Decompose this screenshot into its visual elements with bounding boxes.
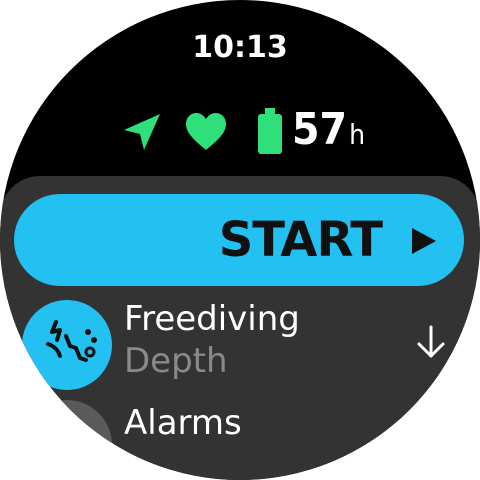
- list-item-alarms[interactable]: Alarms: [0, 398, 480, 480]
- play-icon: [412, 228, 436, 254]
- battery-icon: [258, 108, 282, 154]
- start-label: START: [218, 212, 383, 268]
- battery-remaining: 57h: [292, 104, 365, 161]
- battery-hours-unit: h: [349, 118, 366, 151]
- item-title: Freediving: [124, 299, 300, 339]
- item-subtitle: Depth: [124, 341, 228, 381]
- navigation-arrow-icon: [124, 114, 160, 150]
- list-item-freediving[interactable]: Freediving Depth: [0, 296, 480, 396]
- watch-face: 10:13 57h START Freediving Depth Alarms: [0, 0, 480, 480]
- clock-time: 10:13: [192, 30, 288, 65]
- battery-hours-value: 57: [292, 104, 348, 155]
- heart-icon: [186, 113, 226, 150]
- status-row: 57h: [0, 104, 480, 156]
- down-arrow-icon: [417, 325, 445, 358]
- alarm-icon: [22, 400, 112, 480]
- item-title: Alarms: [124, 403, 242, 443]
- start-button[interactable]: START: [14, 194, 464, 286]
- freediving-icon: [22, 300, 112, 390]
